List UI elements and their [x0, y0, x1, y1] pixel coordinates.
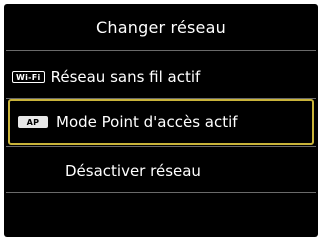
printer-lcd-screen: Changer réseau Wi-Fi Réseau sans fil act…	[4, 4, 318, 237]
wifi-badge-icon: Wi-Fi	[12, 71, 45, 83]
menu-divider	[6, 192, 316, 193]
title-bar: Changer réseau	[4, 4, 318, 50]
menu-item-label: Mode Point d'accès actif	[56, 113, 238, 131]
menu-item-disable-network[interactable]: Désactiver réseau	[4, 148, 318, 194]
screen-title: Changer réseau	[96, 17, 226, 37]
menu-item-access-point-mode-active[interactable]: AP Mode Point d'accès actif	[8, 99, 314, 145]
title-divider	[6, 50, 316, 51]
menu-item-label: Réseau sans fil actif	[50, 68, 201, 86]
menu-divider	[6, 146, 316, 147]
menu-item-label: Désactiver réseau	[65, 162, 201, 180]
ap-badge-icon: AP	[18, 116, 48, 128]
menu-item-wireless-lan-active[interactable]: Wi-Fi Réseau sans fil actif	[4, 54, 318, 100]
